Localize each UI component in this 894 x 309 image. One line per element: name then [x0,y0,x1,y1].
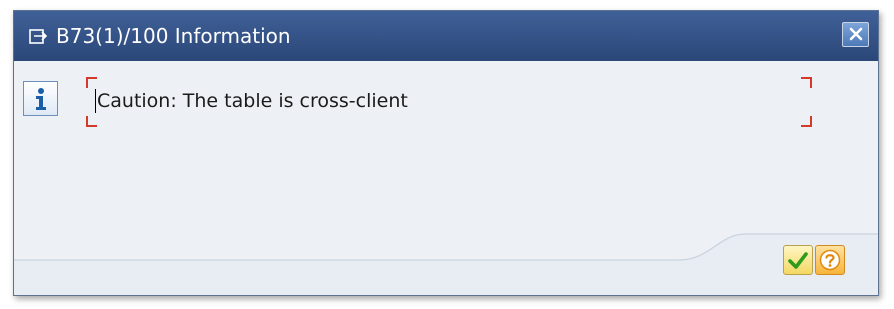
title-bar: B73(1)/100 Information [14,11,878,61]
focus-corner [86,116,97,127]
dialog-title: B73(1)/100 Information [56,24,291,48]
close-button[interactable] [842,22,869,47]
message-text: Caution: The table is cross-client [97,90,408,112]
focus-corner [86,77,97,88]
help-button[interactable] [815,245,845,275]
information-dialog: B73(1)/100 Information Caution: The tabl… [13,10,879,296]
dialog-window-icon [28,26,48,46]
message-field[interactable]: Caution: The table is cross-client [86,77,812,127]
close-icon [849,27,862,41]
green-checkmark-icon [788,252,808,269]
question-mark-icon [819,249,841,271]
text-caret [95,89,96,113]
focus-corner [801,77,812,88]
info-icon [23,81,58,116]
focus-corner [801,116,812,127]
continue-button[interactable] [783,245,813,275]
footer-divider [14,233,878,295]
dialog-content: Caution: The table is cross-client [14,61,878,295]
